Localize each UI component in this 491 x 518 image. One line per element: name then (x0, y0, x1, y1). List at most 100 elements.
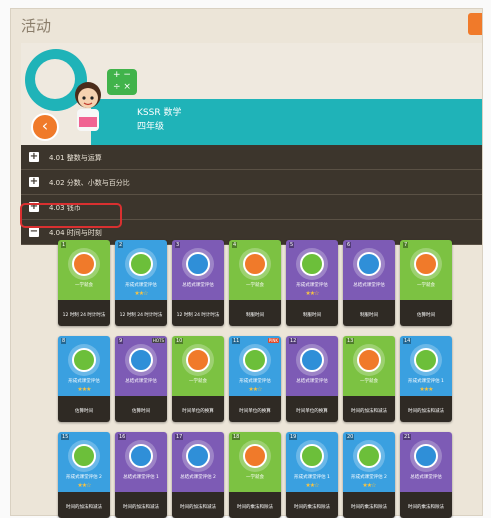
topic-row[interactable]: + 4.02 分数、小数与百分比 (21, 170, 482, 195)
activity-name: 时间的加法和减法 (123, 505, 159, 510)
activity-card[interactable]: 19 形成式课堂评估 1 ★★☆ 时间的乘法和除法 (286, 432, 338, 518)
activity-card[interactable]: 3 总结式课堂评估 12 时制 24 时计时法 (172, 240, 224, 326)
activity-number: 15 (61, 434, 70, 440)
formative-quiz-icon (357, 444, 381, 468)
activity-number: 2 (118, 242, 124, 248)
activity-number: 18 (232, 434, 241, 440)
activity-type: 形成式课堂评估 (296, 283, 328, 288)
activity-card[interactable]: 9 HOTS 总结式课堂评估 估算时间 (115, 336, 167, 422)
activity-card[interactable]: 8 形成式课堂评估 ★★★ 估算时间 (58, 336, 110, 422)
activity-name: 时间的加法和减法 (351, 409, 387, 414)
activity-name: 时间的乘法和除法 (237, 505, 273, 510)
activity-name: 估算时间 (75, 409, 93, 414)
summative-quiz-icon (129, 444, 153, 468)
activity-name: 时间单位的换算 (239, 409, 271, 414)
activity-name: 时间的加法和减法 (180, 505, 216, 510)
activity-number: 19 (289, 434, 298, 440)
back-button[interactable]: ‹ (31, 113, 59, 141)
activity-name: 制服时间 (246, 313, 264, 318)
expand-icon[interactable]: + (29, 177, 39, 187)
activity-number: 1 (61, 242, 67, 248)
course-banner: + − ÷ × ‹ KSSR 数学 四年级 (21, 43, 482, 145)
activity-card[interactable]: 11 PINK 形成式课堂评估 ★★☆ 时间单位的换算 (229, 336, 281, 422)
activity-tag: HOTS (151, 338, 165, 343)
star-rating: ★★☆ (305, 482, 319, 489)
summative-quiz-icon (129, 348, 153, 372)
activity-type: 总结式课堂评估 (353, 283, 385, 288)
activity-name: 时间的乘法和除法 (351, 505, 387, 510)
activity-card[interactable]: 10 一学就会 时间单位的换算 (172, 336, 224, 422)
activity-name: 12 时制 24 时计时法 (119, 313, 163, 318)
activity-type: 一学就会 (246, 283, 264, 288)
activity-number: 4 (232, 242, 238, 248)
page-title: 活动 (21, 17, 52, 35)
topic-label: 4.01 整数与运算 (49, 154, 102, 162)
activity-card[interactable]: 14 形成式课堂评估 1 ★★★ 时间的加法和减法 (400, 336, 452, 422)
activity-card[interactable]: 17 总结式课堂评估 2 时间的加法和减法 (172, 432, 224, 518)
formative-quiz-icon (300, 252, 324, 276)
activity-card[interactable]: 20 形成式课堂评估 2 ★★☆ 时间的乘法和除法 (343, 432, 395, 518)
activity-card[interactable]: 2 形成式课堂评估 ★★☆ 12 时制 24 时计时法 (115, 240, 167, 326)
activity-name: 时间的乘法和除法 (408, 505, 444, 510)
activity-card[interactable]: 7 一学就会 估算时间 (400, 240, 452, 326)
student-illustration (75, 82, 101, 131)
formative-quiz-icon (300, 444, 324, 468)
summative-quiz-icon (300, 348, 324, 372)
summative-quiz-icon (414, 444, 438, 468)
activity-number: 9 (118, 338, 124, 344)
activity-name: 时间单位的换算 (182, 409, 214, 414)
bookmark-icon[interactable] (468, 13, 482, 35)
activity-type: 总结式课堂评估 2 (180, 475, 216, 480)
activity-card[interactable]: 1 一学就会 12 时制 24 时计时法 (58, 240, 110, 326)
activity-card[interactable]: 15 形成式课堂评估 2 ★★☆ 时间的加法和减法 (58, 432, 110, 518)
star-rating: ★★★ (77, 386, 91, 393)
formative-quiz-icon (414, 348, 438, 372)
activity-type: 一学就会 (360, 379, 378, 384)
topic-row[interactable]: + 4.01 整数与运算 (21, 145, 482, 170)
lesson-icon (186, 348, 210, 372)
formative-quiz-icon (72, 444, 96, 468)
activity-type: 形成式课堂评估 (125, 283, 157, 288)
formative-quiz-icon (129, 252, 153, 276)
activity-number: 13 (346, 338, 355, 344)
selection-highlight (20, 203, 122, 228)
activity-number: 8 (61, 338, 67, 344)
star-rating: ★★☆ (77, 482, 91, 489)
activity-type: 一学就会 (189, 379, 207, 384)
activity-name: 时间的乘法和除法 (294, 505, 330, 510)
summative-quiz-icon (357, 252, 381, 276)
summative-quiz-icon (186, 444, 210, 468)
activity-type: 总结式课堂评估 (182, 283, 214, 288)
activity-card[interactable]: 6 总结式课堂评估 制服时间 (343, 240, 395, 326)
expand-icon[interactable]: + (29, 152, 39, 162)
activity-card[interactable]: 13 一学就会时间的加法和减法 (343, 336, 395, 422)
activity-card[interactable]: 4 一学就会制服时间 (229, 240, 281, 326)
activity-card[interactable]: 21 总结式课堂评估 时间的乘法和除法 (400, 432, 452, 518)
activity-card[interactable]: 5 形成式课堂评估 ★★☆ 制服时间 (286, 240, 338, 326)
activity-number: 12 (289, 338, 298, 344)
activity-type: 总结式课堂评估 (125, 379, 157, 384)
activity-name: 制服时间 (360, 313, 378, 318)
activity-name: 时间的加法和减法 (66, 505, 102, 510)
star-rating: ★★☆ (248, 386, 262, 393)
activity-number: 14 (403, 338, 412, 344)
activity-tag: PINK (267, 338, 279, 343)
activity-number: 7 (403, 242, 409, 248)
activity-name: 12 时制 24 时计时法 (62, 313, 106, 318)
topic-menu: + 4.01 整数与运算 + 4.02 分数、小数与百分比 + 4.03 钱币 … (21, 145, 482, 245)
activity-type: 总结式课堂评估 (410, 475, 442, 480)
collapse-icon[interactable]: − (29, 227, 39, 237)
star-rating: ★★★ (419, 386, 433, 393)
course-grade: 四年级 (137, 122, 165, 132)
activity-card[interactable]: 16 总结式课堂评估 1 时间的加法和减法 (115, 432, 167, 518)
activity-number: 17 (175, 434, 184, 440)
math-symbols-icon: + − ÷ × (107, 69, 137, 95)
activity-number: 5 (289, 242, 295, 248)
lesson-icon (243, 444, 267, 468)
formative-quiz-icon (72, 348, 96, 372)
activity-type: 一学就会 (75, 283, 93, 288)
star-rating: ★★☆ (134, 290, 148, 297)
activity-card[interactable]: 18 一学就会 时间的乘法和除法 (229, 432, 281, 518)
activity-type: 形成式课堂评估 2 (66, 475, 102, 480)
activity-card[interactable]: 12 总结式课堂评估 时间单位的换算 (286, 336, 338, 422)
